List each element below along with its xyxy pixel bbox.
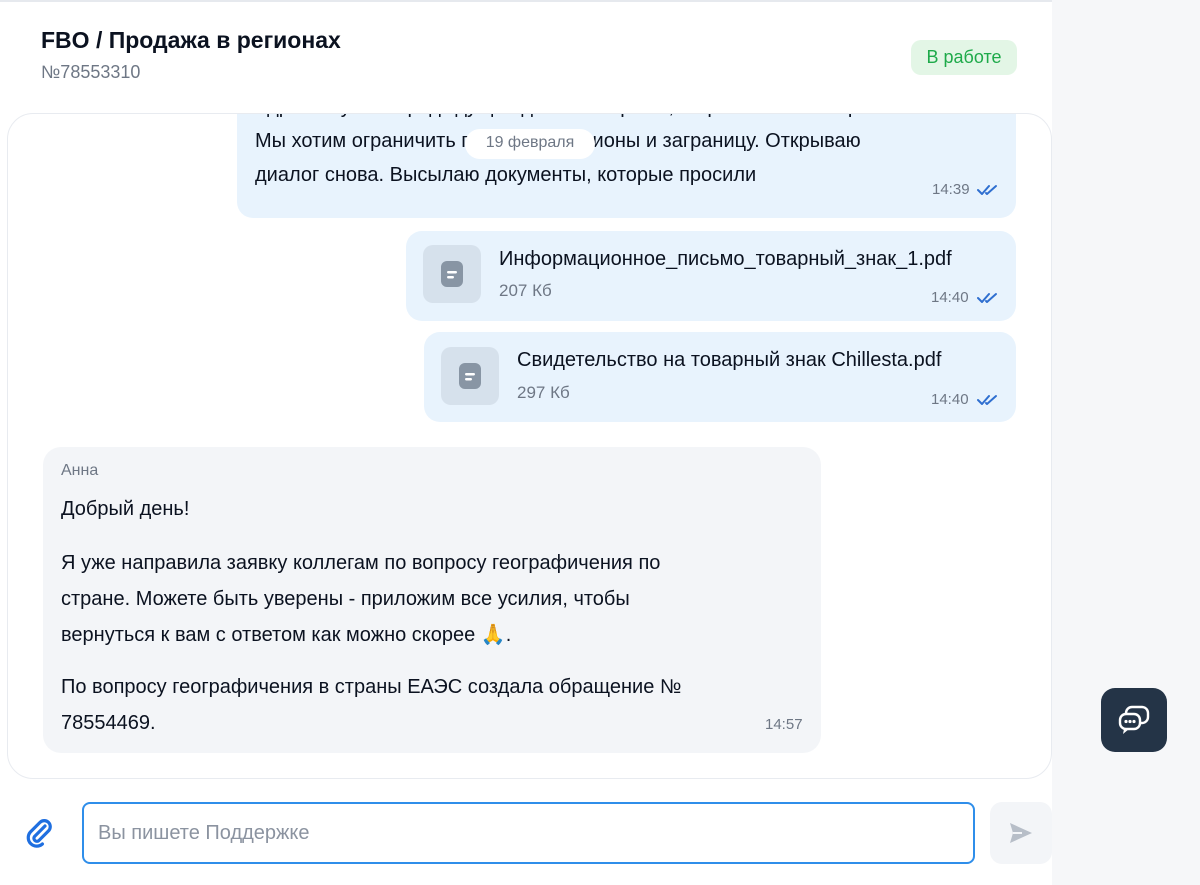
document-icon: [459, 363, 481, 389]
message-time: 14:57: [765, 716, 803, 733]
file-thumbnail: [441, 347, 499, 405]
message-line: Добрый день!: [61, 498, 190, 520]
file-message[interactable]: Свидетельство на товарный знак Chillesta…: [424, 332, 1016, 422]
outgoing-message: Здравствуйте! Предыдущий диалог закрыли,…: [237, 114, 1016, 218]
incoming-message: Анна Добрый день! Я уже направила заявку…: [43, 447, 821, 753]
message-line: Я уже направила заявку коллегам по вопро…: [61, 552, 661, 574]
date-separator: 19 февраля: [465, 129, 595, 159]
sender-name: Анна: [61, 462, 99, 479]
file-name[interactable]: Свидетельство на товарный знак Chillesta…: [517, 349, 941, 372]
send-icon: [1010, 823, 1032, 843]
chat-panel[interactable]: Здравствуйте! Предыдущий диалог закрыли,…: [7, 113, 1052, 779]
message-line: По вопросу географичения в страны ЕАЭС с…: [61, 676, 682, 698]
message-line: 78554469.: [61, 712, 156, 734]
top-divider: [0, 0, 1052, 2]
file-name[interactable]: Информационное_письмо_товарный_знак_1.pd…: [499, 248, 952, 271]
file-message[interactable]: Информационное_письмо_товарный_знак_1.pd…: [406, 231, 1016, 321]
message-line: вернуться к вам с ответом как можно скор…: [61, 624, 512, 646]
double-check-icon: [977, 293, 997, 303]
paperclip-icon[interactable]: [22, 815, 58, 851]
message-time: 14:39: [932, 181, 970, 198]
file-thumbnail: [423, 245, 481, 303]
file-size: 207 Кб: [499, 281, 552, 300]
document-icon: [441, 261, 463, 287]
double-check-icon: [977, 395, 997, 405]
right-side-panel: [1052, 0, 1200, 885]
status-badge: В работе: [911, 40, 1017, 75]
ticket-title: FBO / Продажа в регионах: [41, 27, 341, 53]
chat-bubbles-icon: [1118, 705, 1150, 734]
support-chat-button[interactable]: [1101, 688, 1167, 752]
file-size: 297 Кб: [517, 383, 570, 402]
double-check-icon: [977, 185, 997, 195]
message-time: 14:40: [931, 289, 969, 306]
message-input[interactable]: [82, 802, 975, 864]
message-line: стране. Можете быть уверены - приложим в…: [61, 588, 630, 610]
message-time: 14:40: [931, 391, 969, 408]
send-button[interactable]: [990, 802, 1052, 864]
message-line: диалог снова. Высылаю документы, которые…: [255, 164, 757, 186]
ticket-number: №78553310: [41, 62, 141, 82]
message-line: Здравствуйте! Предыдущий диалог закрыли,…: [255, 114, 886, 124]
